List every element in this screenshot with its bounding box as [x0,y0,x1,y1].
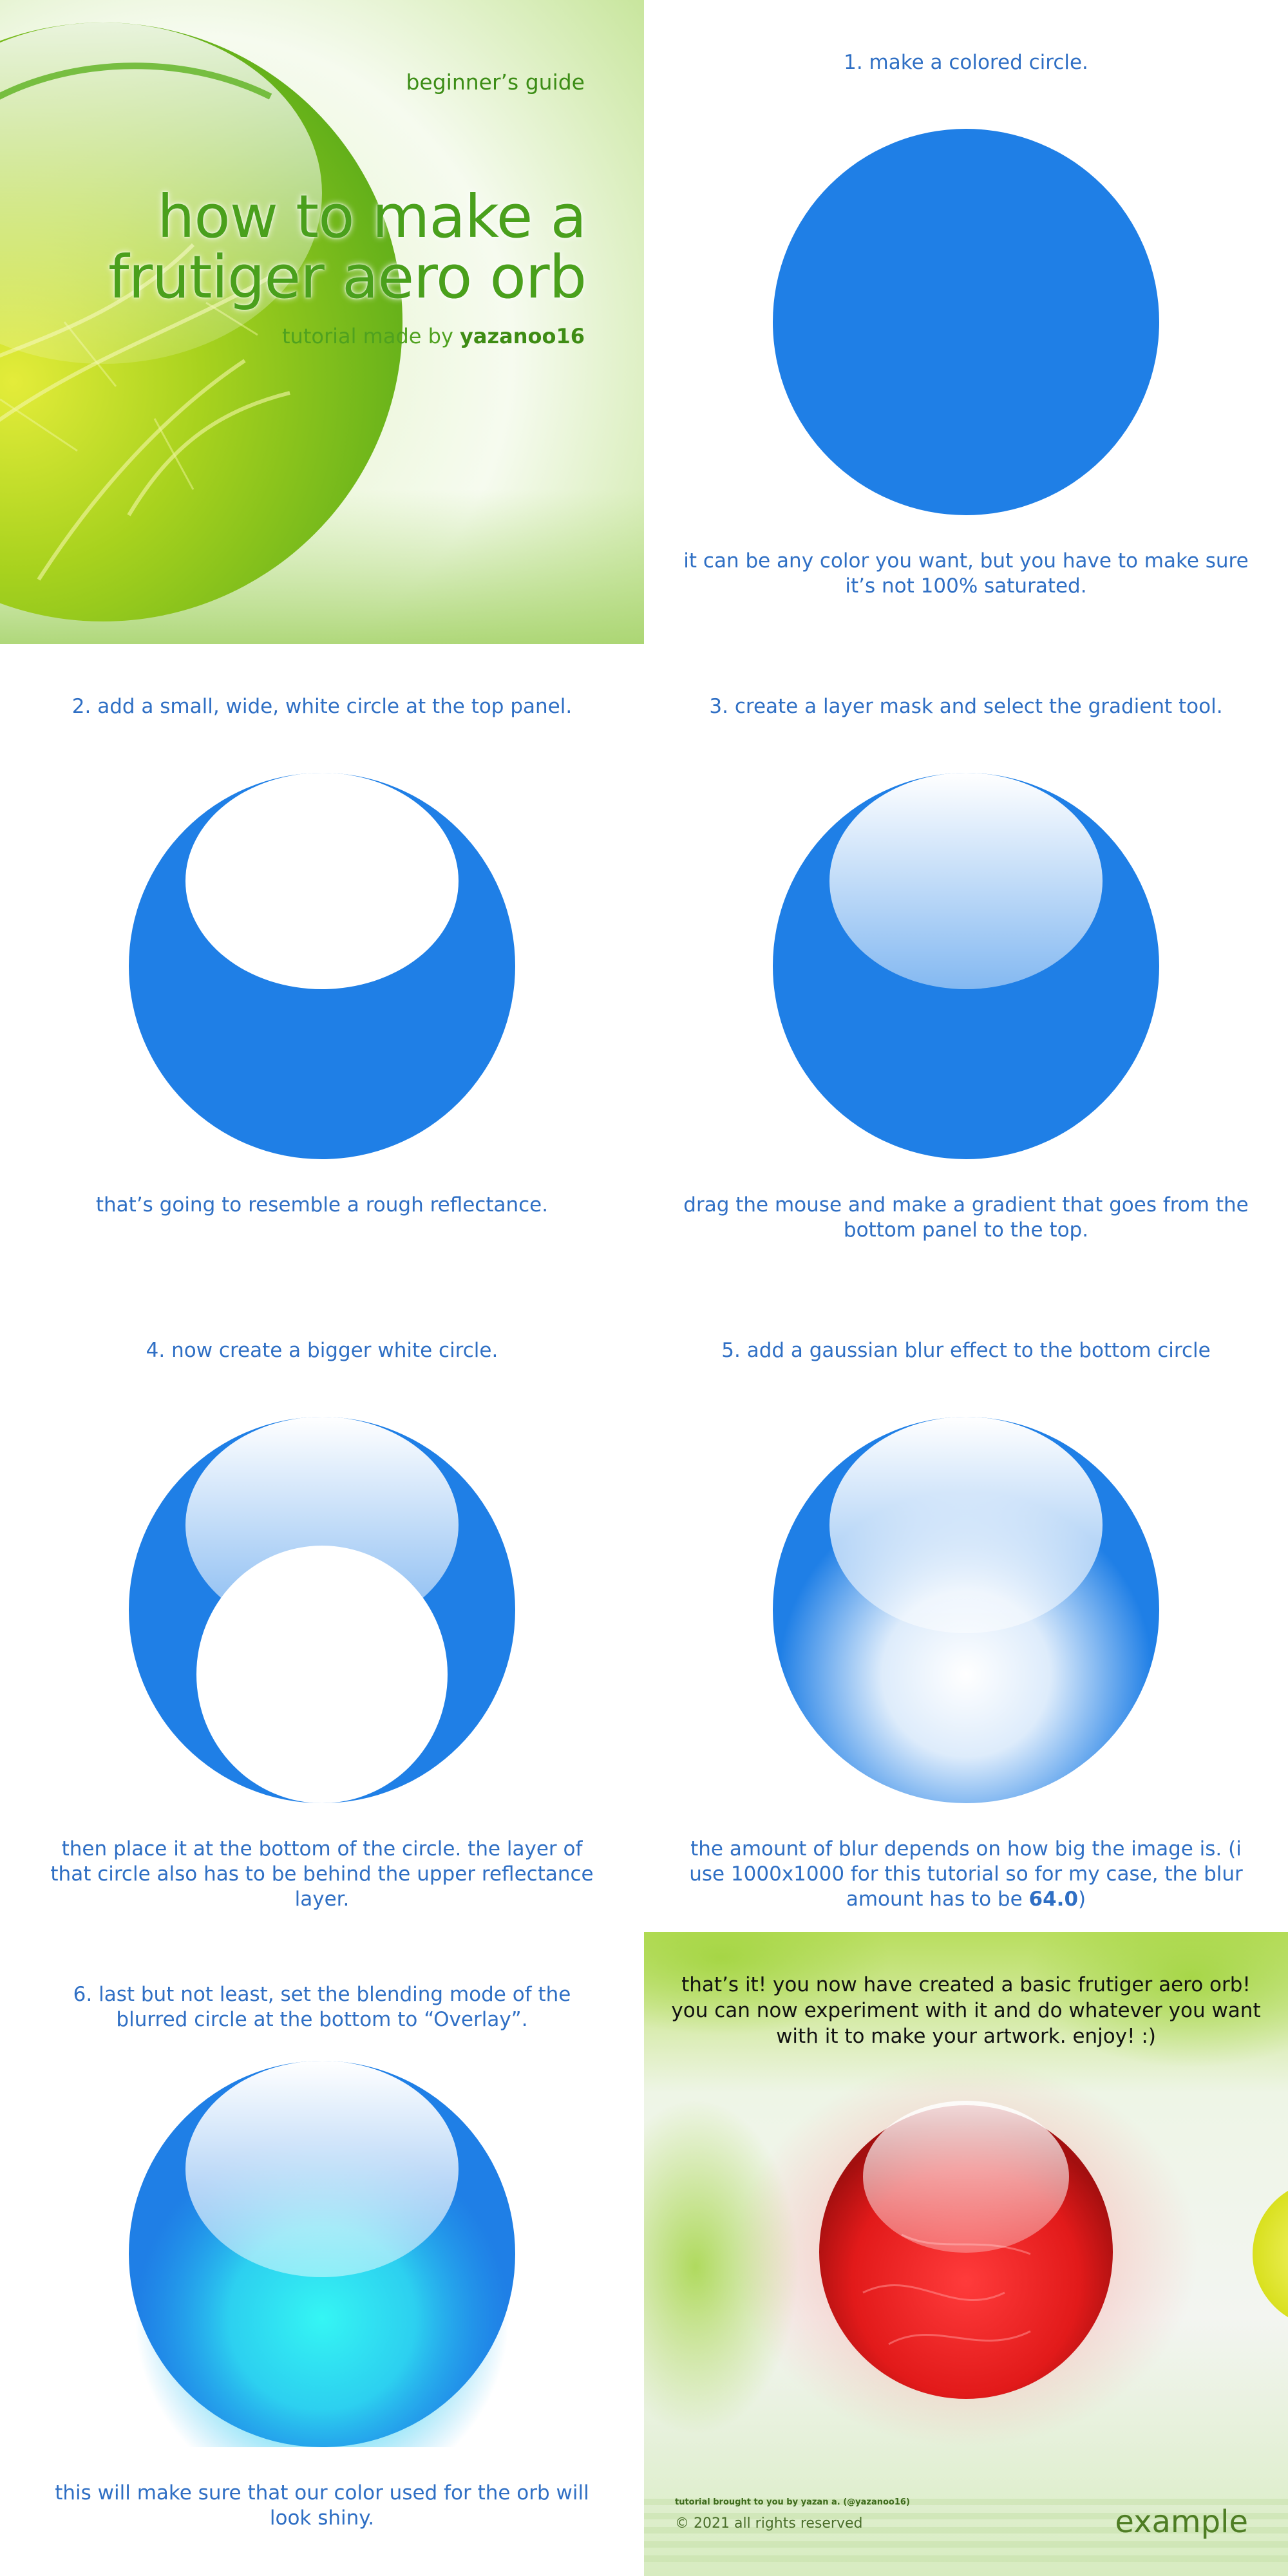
step-3-heading: 3. create a layer mask and select the gr… [709,695,1223,718]
orb-step-6 [129,2061,515,2447]
page-title: how to make a frutiger aero orb [108,187,587,308]
step-2-note: that’s going to resemble a rough reflect… [95,1193,549,1217]
step-2-panel: 2. add a small, wide, white circle at th… [0,644,644,1288]
title-line-2: frutiger aero orb [108,243,587,312]
step-4-heading: 4. now create a bigger white circle. [146,1339,498,1362]
step-4-note: then place it at the bottom of the circl… [50,1837,594,1911]
credit-prefix: tutorial made by [282,324,453,348]
orb-step-1 [773,129,1159,515]
step-6-heading: 6. last but not least, set the blending … [73,1983,571,2031]
title-panel: beginner’s guide how to make a frutiger … [0,0,644,644]
step-1-panel: 1. make a colored circle. it can be any … [644,0,1288,644]
orb-step-4 [129,1417,515,1803]
step-5-panel: 5. add a gaussian blur effect to the bot… [644,1288,1288,1932]
credit-line: tutorial made by yazanoo16 [282,324,585,348]
orb-step-2 [129,773,515,1159]
tutorial-collage: beginner’s guide how to make a frutiger … [0,0,1288,2576]
step-6-panel: 6. last but not least, set the blending … [0,1932,644,2576]
step-5-heading: 5. add a gaussian blur effect to the bot… [721,1339,1211,1362]
example-panel: that’s it! you now have created a basic … [644,1932,1288,2576]
leaf-orb-background [0,0,644,644]
conclusion-text: that’s it! you now have created a basic … [671,1973,1261,2048]
step-6-note: this will make sure that our color used … [55,2481,589,2530]
step-5-note-close: ) [1078,1888,1086,1911]
copyright-notice: © 2021 all rights reserved [675,2515,863,2532]
example-label: example [1115,2504,1248,2540]
credit-name: yazanoo16 [460,324,585,348]
fine-print: tutorial brought to you by yazan a. (@ya… [675,2497,910,2507]
step-3-note: drag the mouse and make a gradient that … [683,1193,1249,1242]
step-2-heading: 2. add a small, wide, white circle at th… [71,695,573,718]
title-line-1: how to make a [157,182,587,251]
orb-step-3 [773,773,1159,1159]
blur-amount-value: 64.0 [1028,1888,1079,1911]
step-3-panel: 3. create a layer mask and select the gr… [644,644,1288,1288]
step-1-heading: 1. make a colored circle. [844,51,1088,74]
step-5-note: the amount of blur depends on how big th… [683,1837,1249,1912]
step-4-panel: 4. now create a bigger white circle. the… [0,1288,644,1932]
step-5-note-text: the amount of blur depends on how big th… [689,1837,1243,1911]
orb-step-5 [773,1417,1159,1803]
kicker-label: beginner’s guide [406,70,585,95]
step-1-note: it can be any color you want, but you ha… [683,549,1249,598]
